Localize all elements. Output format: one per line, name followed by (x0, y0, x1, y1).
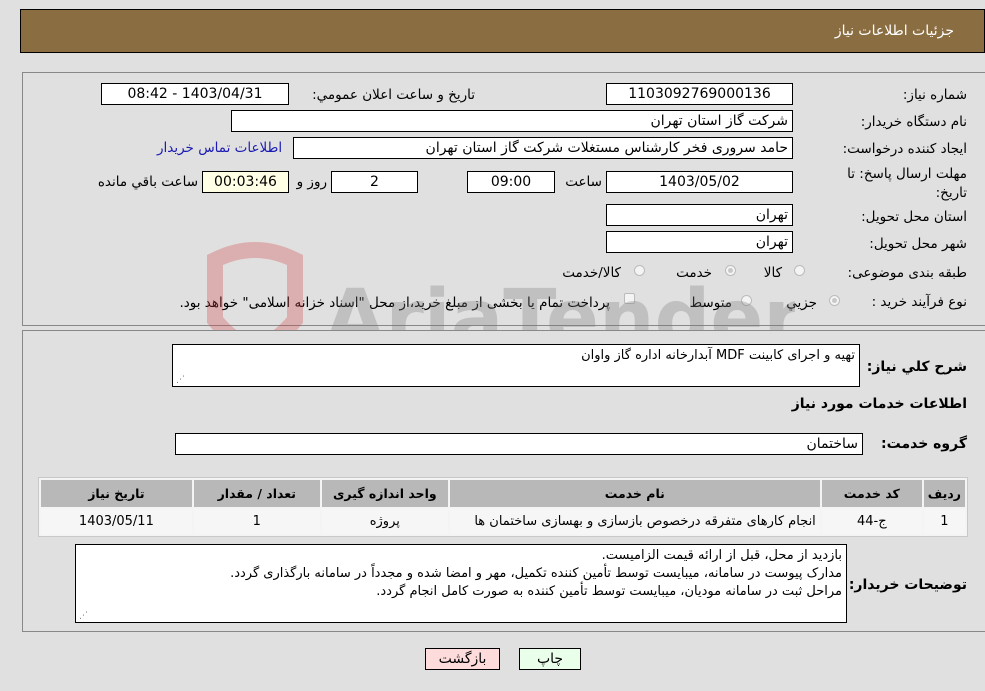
category-option-goods: کالا (763, 265, 782, 281)
treasury-checkbox[interactable] (624, 293, 635, 304)
need-number-label: شماره نیاز: (902, 87, 967, 103)
category-radio-goods[interactable] (794, 265, 805, 276)
buyer-org-field: شرکت گاز استان تهران (231, 110, 793, 132)
creator-field: حامد سروری فخر کارشناس مستغلات شرکت گاز … (293, 137, 793, 159)
category-option-goods-service: کالا/خدمت (562, 265, 621, 281)
buyer-notes-textarea[interactable]: بازدید از محل، قبل از ارائه قیمت الزامیس… (75, 544, 847, 623)
need-number-field: 1103092769000136 (606, 83, 793, 105)
province-label: استان محل تحویل: (861, 209, 967, 225)
col-header-quantity: تعداد / مقدار (193, 480, 320, 507)
service-group-label: گروه خدمت: (881, 436, 967, 452)
page-header: جزئیات اطلاعات نیاز (20, 9, 985, 53)
description-label: شرح كلي نياز: (866, 359, 967, 375)
purchase-type-label: نوع فرآیند خرید : (871, 294, 967, 310)
table-header-row: رديف کد خدمت نام خدمت واحد اندازه گیری ت… (41, 480, 965, 507)
announce-datetime-field: 1403/04/31 - 08:42 (101, 83, 289, 105)
province-field: تهران (606, 204, 793, 226)
cell-quantity: 1 (193, 509, 320, 534)
purchase-type-option-medium: متوسط (689, 295, 732, 311)
city-label: شهر محل تحویل: (869, 236, 967, 252)
buyer-note-line: مراحل ثبت در سامانه مودیان، میبایست توسط… (376, 584, 842, 599)
treasury-note: پرداخت تمام یا بخشی از مبلغ خرید،از محل … (179, 295, 610, 311)
category-radio-goods-service[interactable] (634, 265, 645, 276)
purchase-type-radio-minor[interactable] (829, 295, 840, 306)
services-table: رديف کد خدمت نام خدمت واحد اندازه گیری ت… (38, 477, 968, 537)
back-button[interactable]: بازگشت (425, 648, 500, 670)
resize-grip-icon[interactable]: ⋰ (78, 611, 88, 621)
city-field: تهران (606, 231, 793, 253)
cell-service-code: ج-44 (821, 509, 922, 534)
buyer-org-label: نام دستگاه خریدار: (860, 114, 967, 130)
cell-service-name: انجام کارهای متفرقه درخصوص بازسازی و بهس… (449, 509, 820, 534)
buyer-notes-label: توضیحات خریدار: (848, 577, 967, 593)
category-label: طبقه بندی موضوعی: (847, 265, 967, 281)
days-label: روز و (296, 174, 327, 190)
col-header-row-number: رديف (923, 480, 965, 507)
deadline-date-field: 1403/05/02 (606, 171, 793, 193)
purchase-type-option-minor: جزيي (786, 295, 817, 311)
print-button[interactable]: چاپ (519, 648, 581, 670)
col-header-unit: واحد اندازه گیری (321, 480, 448, 507)
description-text: تهیه و اجرای کابینت MDF آبدارخانه اداره … (581, 348, 855, 363)
services-heading: اطلاعات خدمات مورد نياز (791, 396, 967, 412)
col-header-need-date: تاریخ نیاز (41, 480, 192, 507)
buyer-contact-link[interactable]: اطلاعات تماس خریدار (157, 140, 282, 156)
announce-datetime-label: تاریخ و ساعت اعلان عمومي: (312, 87, 475, 103)
buyer-note-line: بازدید از محل، قبل از ارائه قیمت الزامیس… (601, 548, 842, 563)
cell-need-date: 1403/05/11 (41, 509, 192, 534)
purchase-type-radio-medium[interactable] (741, 295, 752, 306)
cell-row-number: 1 (923, 509, 965, 534)
deadline-time-field: 09:00 (467, 171, 555, 193)
table-row: 1 ج-44 انجام کارهای متفرقه درخصوص بازساز… (41, 509, 965, 534)
service-group-field: ساختمان (175, 433, 863, 455)
cell-unit: پروژه (321, 509, 448, 534)
remaining-days-field: 2 (331, 171, 418, 193)
description-textarea[interactable]: تهیه و اجرای کابینت MDF آبدارخانه اداره … (172, 344, 860, 387)
col-header-service-code: کد خدمت (821, 480, 922, 507)
buyer-note-line: مدارک پیوست در سامانه، میبایست توسط تأمی… (230, 566, 842, 581)
remaining-time-label: ساعت باقي مانده (97, 174, 198, 190)
creator-label: ایجاد کننده درخواست: (842, 141, 967, 157)
resize-grip-icon[interactable]: ⋰ (175, 375, 185, 385)
deadline-label: مهلت ارسال پاسخ: تا تاریخ: (847, 166, 967, 201)
col-header-service-name: نام خدمت (449, 480, 820, 507)
page-title: جزئیات اطلاعات نیاز (834, 23, 954, 39)
category-radio-service[interactable] (725, 265, 736, 276)
deadline-time-label: ساعت (565, 174, 602, 190)
category-option-service: خدمت (676, 265, 712, 281)
remaining-time-field: 00:03:46 (202, 171, 289, 193)
